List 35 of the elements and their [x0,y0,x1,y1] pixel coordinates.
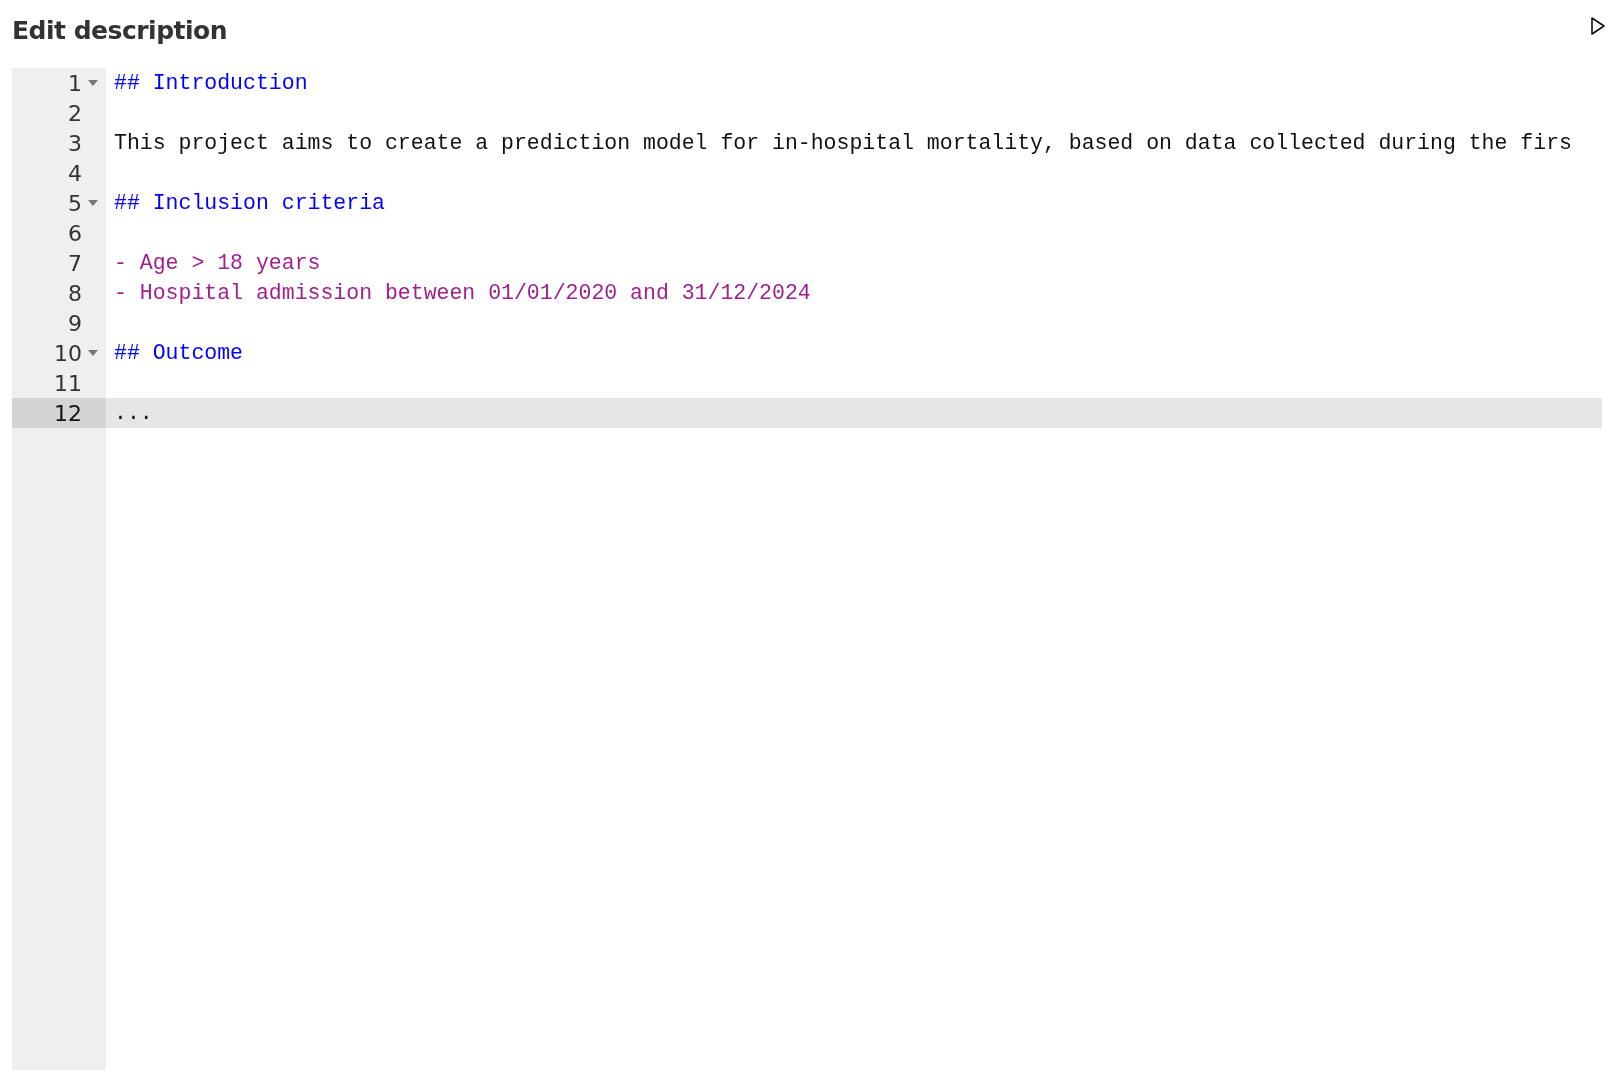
editor-line[interactable]: 9 [12,308,1602,338]
code-line: ## Outcome [114,341,244,365]
line-number: 10 [54,340,82,366]
fold-arrow-icon[interactable] [88,80,98,86]
editor-line[interactable]: 3 This project aims to create a prediction model for in-hospital mortality, based on data collected during the firs [12,128,1602,158]
editor-line[interactable]: 10 ## Outcome [12,338,1602,368]
line-number: 7 [68,250,82,276]
play-icon [1590,16,1606,36]
line-number: 6 [68,220,82,246]
code-line: ## Introduction [114,71,308,95]
code-line: - Age > 18 years [114,251,321,275]
editor-line[interactable]: 11 [12,368,1602,398]
code-line: This project aims to create a prediction model for in-hospital mortality, based on data collected during the firs [114,131,1572,155]
fold-arrow-icon[interactable] [88,350,98,356]
code-line: ## Inclusion criteria [114,191,385,215]
line-number: 8 [68,280,82,306]
code-line: - Hospital admission between 01/01/2020 and 31/12/2024 [114,281,811,305]
panel-title: Edit description [12,16,228,45]
editor-line[interactable]: 8 - Hospital admission between 01/01/2020 and 31/12/2024 [12,278,1602,308]
line-number: 9 [68,310,82,336]
line-number: 12 [54,400,82,426]
editor-line[interactable]: 1 ## Introduction [12,68,1602,98]
fold-arrow-icon[interactable] [88,200,98,206]
editor-line[interactable]: 2 [12,98,1602,128]
line-number: 5 [68,190,82,216]
line-number: 4 [68,160,82,186]
line-number: 11 [54,370,82,396]
line-number: 2 [68,100,82,126]
editor-line[interactable]: 7 - Age > 18 years [12,248,1602,278]
editor-line[interactable]: 4 [12,158,1602,188]
editor-line[interactable]: 6 [12,218,1602,248]
code-line: ... [114,401,153,425]
line-number: 1 [68,70,82,96]
editor-line[interactable]: 5 ## Inclusion criteria [12,188,1602,218]
line-number: 3 [68,130,82,156]
